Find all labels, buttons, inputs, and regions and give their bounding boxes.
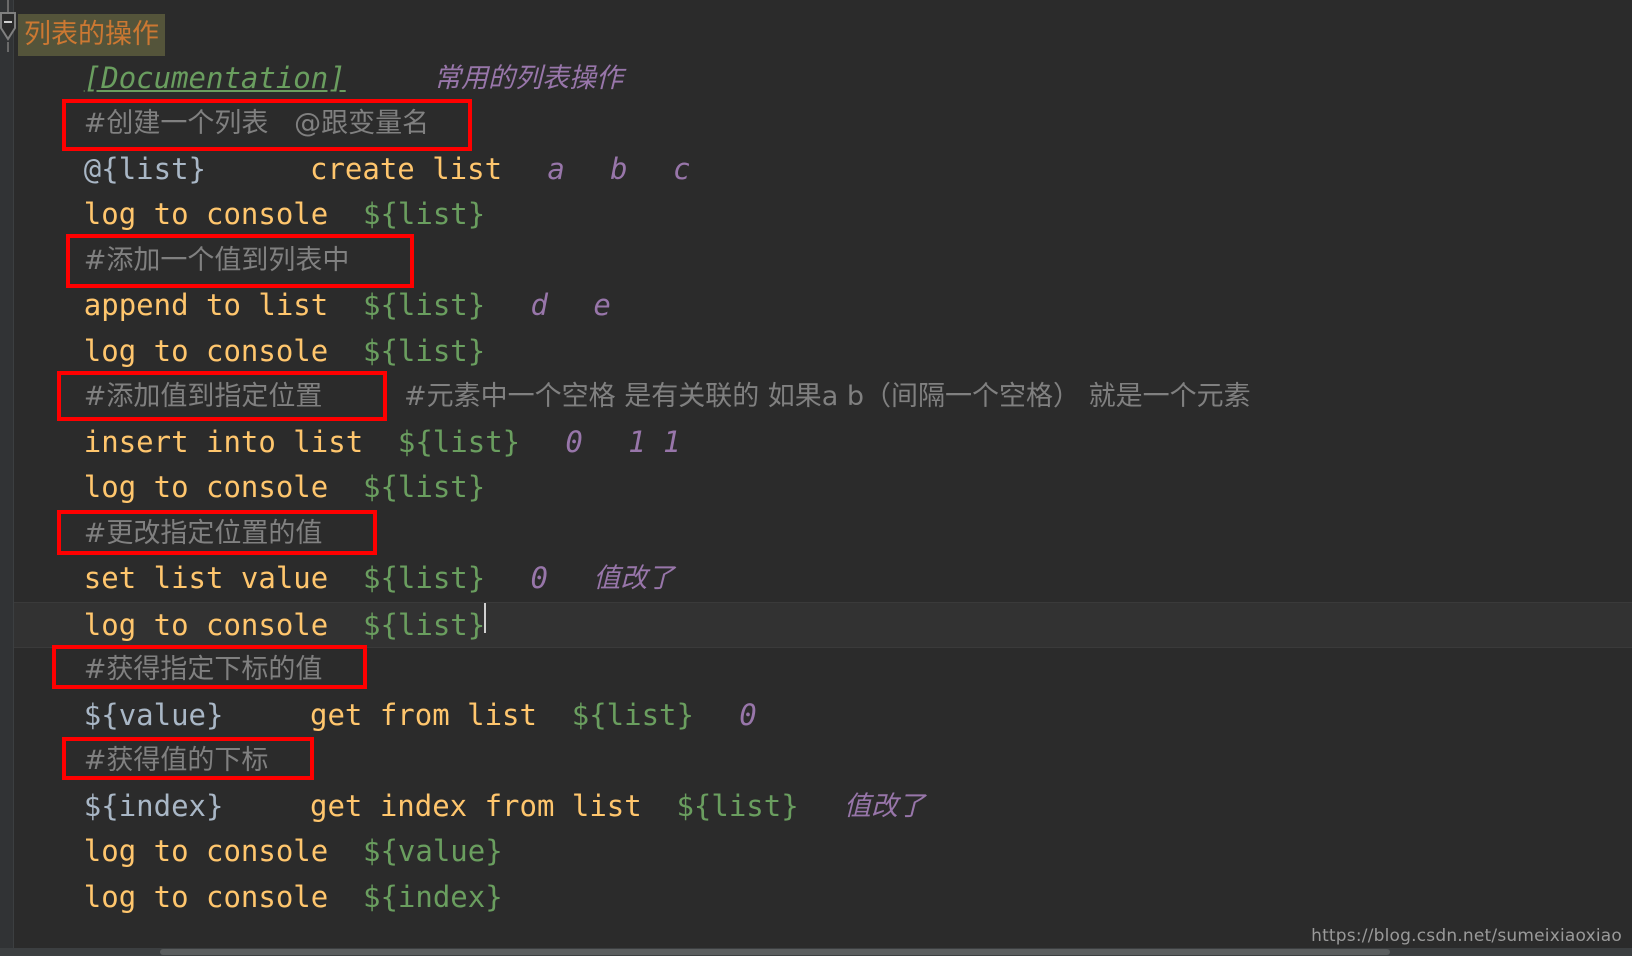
code-line[interactable]: append to list ${list} d e (14, 283, 1632, 329)
code-line[interactable]: insert into list ${list} 0 1 1 (14, 420, 1632, 466)
text-caret (484, 603, 487, 633)
keyword-argument: 0 (530, 561, 548, 595)
code-comment: #添加值到指定位置 (83, 381, 323, 412)
code-line[interactable]: 列表的操作 (14, 10, 1632, 56)
code-line[interactable]: #创建一个列表 @跟变量名 (14, 101, 1632, 147)
code-line[interactable]: log to console ${index} (14, 875, 1632, 921)
editor-gutter (0, 0, 14, 956)
keyword-argument: c (672, 152, 691, 186)
keyword-call: log to console (83, 470, 329, 504)
keyword-argument: e (593, 288, 611, 322)
code-line[interactable]: set list value ${list} 0 值改了 (14, 556, 1632, 602)
code-comment: #更改指定位置的值 (83, 518, 323, 549)
variable-reference: ${list} (363, 288, 486, 322)
variable-reference: ${list} (363, 561, 486, 595)
code-line[interactable]: [Documentation] 常用的列表操作 (14, 56, 1632, 102)
keyword-call: log to console (83, 880, 329, 914)
keyword-argument: 0 (565, 425, 583, 459)
code-lines-container[interactable]: 列表的操作 [Documentation] 常用的列表操作 #创建一个列表 @跟变量名… (14, 0, 1632, 956)
documentation-value: 常用的列表操作 (434, 63, 623, 94)
keyword-argument: 0 (739, 698, 757, 732)
variable-reference: ${list} (676, 789, 799, 823)
keyword-call: log to console (83, 197, 329, 231)
horizontal-scrollbar-thumb[interactable] (160, 949, 1390, 955)
variable-assignment: @{list} (83, 152, 207, 186)
keyword-call: append to list (83, 288, 329, 322)
keyword-call: create list (310, 152, 503, 186)
variable-reference: ${index} (363, 880, 503, 914)
code-line[interactable]: #获得值的下标 (14, 738, 1632, 784)
variable-reference: ${list} (363, 334, 486, 368)
code-line[interactable]: #获得指定下标的值 (14, 647, 1632, 693)
keyword-argument: 1 1 (628, 425, 681, 459)
keyword-call: insert into list (83, 425, 364, 459)
code-comment: #元素中一个空格 是有关联的 如果a b（间隔一个空格） 就是一个元素 (404, 381, 1251, 412)
variable-reference: ${list} (363, 608, 486, 642)
code-line[interactable]: log to console ${list} (14, 329, 1632, 375)
documentation-setting: [Documentation] (83, 61, 346, 95)
variable-reference: ${list} (363, 197, 486, 231)
keyword-argument: d (530, 288, 548, 322)
keyword-call: set list value (83, 561, 329, 595)
code-line[interactable]: #更改指定位置的值 (14, 511, 1632, 557)
code-line[interactable]: @{list} create list a b c (14, 147, 1632, 193)
code-line[interactable]: log to console ${list} (14, 192, 1632, 238)
code-editor[interactable]: 列表的操作 [Documentation] 常用的列表操作 #创建一个列表 @跟变量名… (0, 0, 1632, 956)
code-comment: #获得值的下标 (83, 745, 269, 776)
code-comment: #获得指定下标的值 (83, 654, 323, 685)
code-comment: #创建一个列表 @跟变量名 (83, 108, 430, 139)
variable-reference: ${list} (571, 698, 694, 732)
keyword-argument: b (610, 152, 628, 186)
code-comment: #添加一个值到列表中 (83, 245, 350, 276)
keyword-call: get index from list (310, 789, 642, 823)
keyword-argument: 值改了 (843, 791, 925, 822)
code-line[interactable]: log to console ${value} (14, 829, 1632, 875)
keyword-argument: a (547, 152, 565, 186)
variable-reference: ${value} (363, 834, 503, 868)
variable-assignment: ${index} (83, 789, 224, 823)
code-line[interactable]: ${value} get from list ${list} 0 (14, 693, 1632, 739)
keyword-call: log to console (83, 834, 329, 868)
code-line[interactable]: log to console ${list} (14, 465, 1632, 511)
code-line[interactable]: log to console ${list} (14, 602, 1632, 648)
keyword-call: get from list (310, 698, 537, 732)
variable-assignment: ${value} (83, 698, 224, 732)
code-line[interactable]: ${index} get index from list ${list} 值改了 (14, 784, 1632, 830)
code-line[interactable]: #添加一个值到列表中 (14, 238, 1632, 284)
horizontal-scrollbar-track[interactable] (0, 948, 1632, 956)
code-line[interactable]: #添加值到指定位置 #元素中一个空格 是有关联的 如果a b（间隔一个空格） 就是… (14, 374, 1632, 420)
test-case-name: 列表的操作 (18, 14, 165, 56)
variable-reference: ${list} (363, 470, 486, 504)
keyword-call: log to console (83, 608, 329, 642)
watermark-url: https://blog.csdn.net/sumeixiaoxiao (1311, 926, 1622, 946)
variable-reference: ${list} (397, 425, 521, 459)
keyword-argument: 值改了 (593, 563, 675, 594)
keyword-call: log to console (83, 334, 329, 368)
